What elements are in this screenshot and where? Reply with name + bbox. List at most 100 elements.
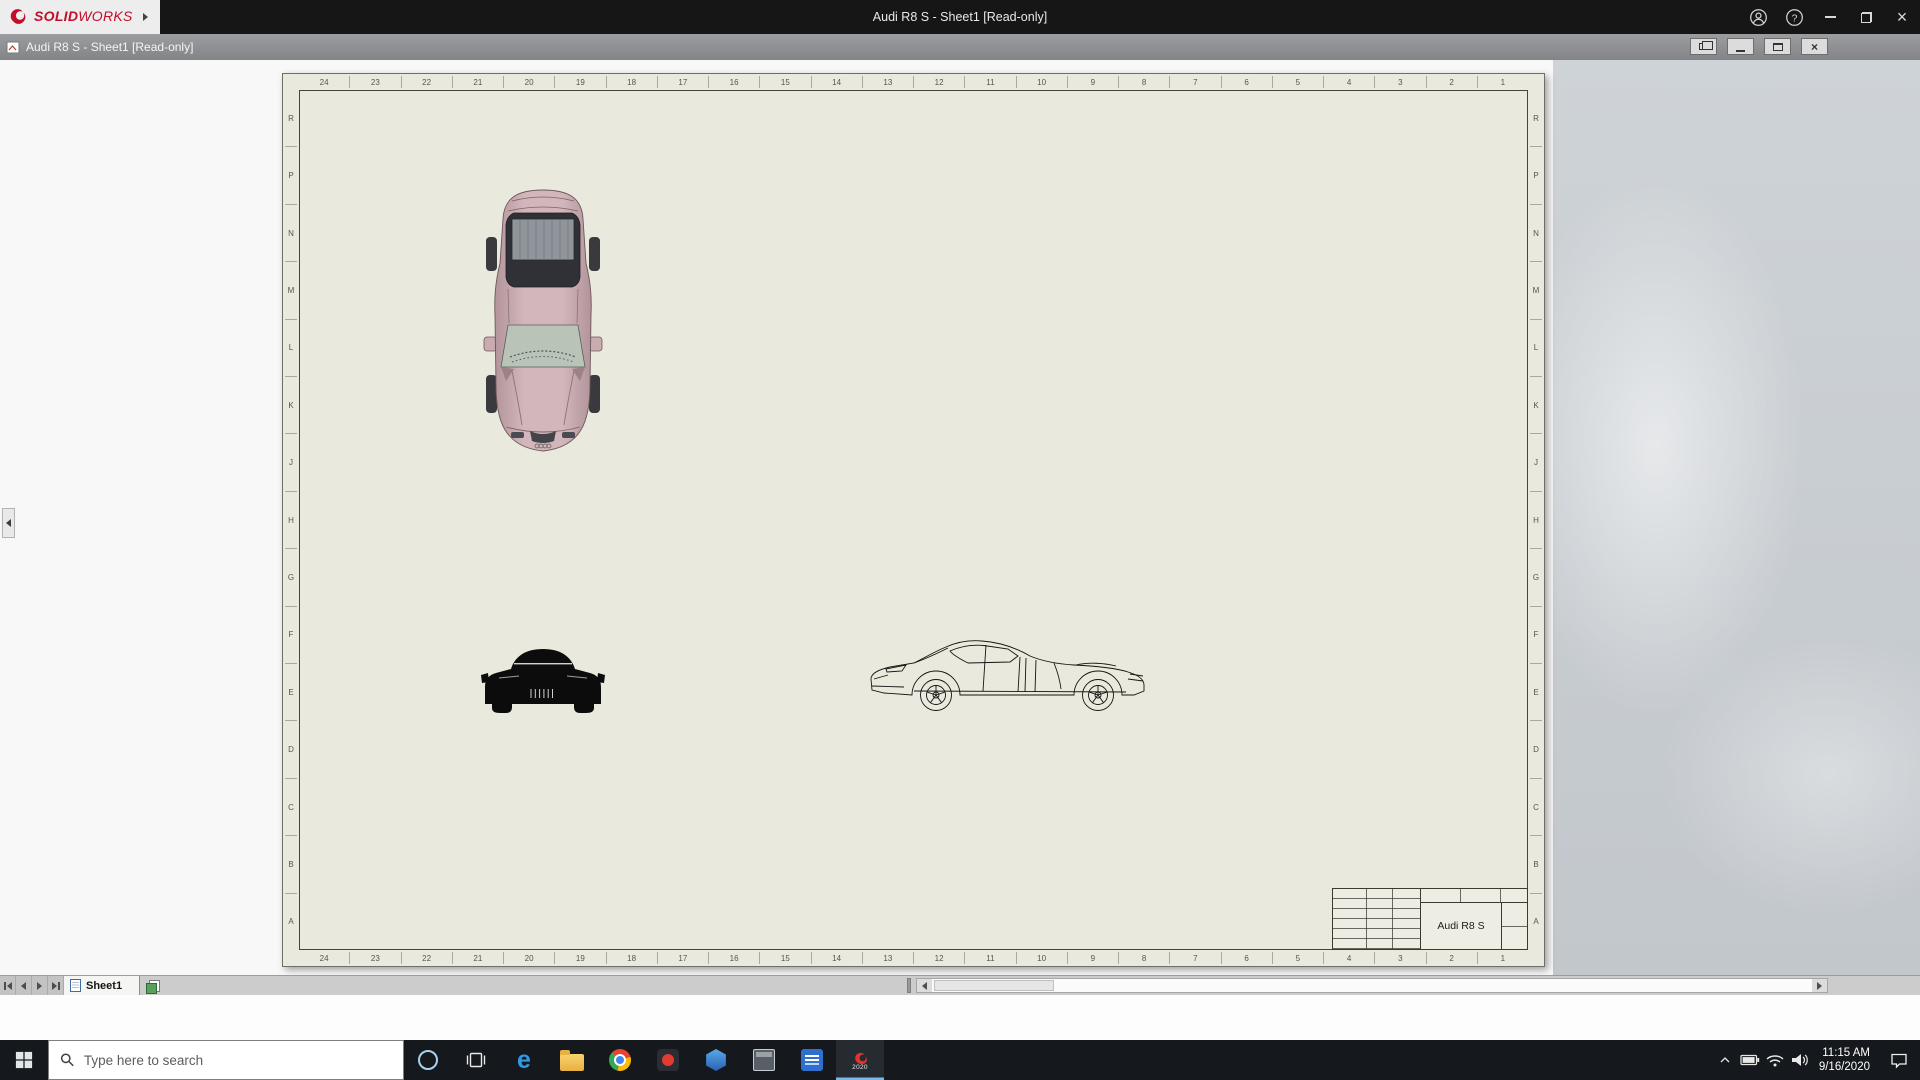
task-view-icon [465,1049,487,1071]
battery-button[interactable] [1738,1040,1763,1080]
doc-restore-button[interactable] [1764,38,1791,55]
last-sheet-button[interactable] [48,976,64,995]
previous-sheet-button[interactable] [16,976,32,995]
speaker-icon [1790,1050,1810,1070]
title-block-header-row [1421,889,1527,903]
taskbar: e 2020 [0,1040,1920,1080]
zone-label: 17 [657,952,708,964]
solidworks-2020-button[interactable]: 2020 [836,1040,884,1080]
action-center-icon [1889,1050,1909,1070]
horizontal-scrollbar[interactable] [916,978,1828,993]
zone-label: 21 [452,76,503,88]
search-icon [60,1052,75,1068]
drawing-view-front[interactable] [481,634,605,715]
zone-label: B [285,835,297,892]
preview-app-button[interactable] [740,1040,788,1080]
featuremanager-flyout-tab[interactable] [2,508,15,538]
media-app-icon [657,1049,679,1071]
task-view-button[interactable] [452,1040,500,1080]
doc-close-button[interactable]: × [1801,38,1828,55]
app-titlebar: SOLIDWORKS Audi R8 S - Sheet1 [Read-only… [0,0,1920,34]
solidworks-year-label: 2020 [852,1064,868,1071]
blue-app-button[interactable] [788,1040,836,1080]
zone-label: 15 [759,952,810,964]
clock[interactable]: 11:15 AM 9/16/2020 [1813,1046,1878,1074]
chrome-button[interactable] [596,1040,644,1080]
zone-label: 19 [554,952,605,964]
taskbar-search[interactable] [48,1040,404,1080]
windows-logo-icon [15,1051,33,1069]
drawing-view-side[interactable] [868,629,1148,717]
zone-label: 22 [401,76,452,88]
drawing-sheet: 242322212019181716151413121110987654321 … [282,73,1545,967]
scrollbar-thumb[interactable] [934,980,1054,991]
file-explorer-button[interactable] [548,1040,596,1080]
drawing-view-top[interactable] [482,185,604,460]
title-block-table [1333,889,1421,949]
next-sheet-button[interactable] [32,976,48,995]
search-input[interactable] [84,1053,392,1068]
cortana-button[interactable] [404,1040,452,1080]
solidworks-menu-button[interactable]: SOLIDWORKS [0,0,160,34]
edge-button[interactable]: e [500,1040,548,1080]
scroll-left-button[interactable] [917,979,932,992]
minimize-button[interactable] [1812,0,1848,34]
sheet-tab-label: Sheet1 [86,980,122,992]
tab-sheet1[interactable]: Sheet1 [64,976,140,995]
zone-label: H [285,491,297,548]
zone-label: 1 [1477,952,1528,964]
first-sheet-button[interactable] [0,976,16,995]
system-tray: 11:15 AM 9/16/2020 [1713,1040,1920,1080]
graphics-area: 242322212019181716151413121110987654321 … [0,60,1920,975]
zone-label: 9 [1067,76,1118,88]
zone-label: 20 [503,76,554,88]
zone-label: 18 [606,952,657,964]
zone-label: 1 [1477,76,1528,88]
close-button[interactable]: × [1884,0,1920,34]
zone-label: 2 [1426,76,1477,88]
zone-label: 12 [913,952,964,964]
network-button[interactable] [1763,1040,1788,1080]
zone-label: 4 [1323,952,1374,964]
zone-label: 16 [708,76,759,88]
person-icon [1749,8,1768,27]
action-center-button[interactable] [1878,1040,1920,1080]
zone-label: 13 [862,76,913,88]
help-button[interactable]: ? [1776,0,1812,34]
add-sheet-button[interactable] [140,976,168,995]
drawing-doc-icon [6,41,20,54]
start-button[interactable] [0,1040,48,1080]
account-button[interactable] [1740,0,1776,34]
zone-label: 5 [1272,952,1323,964]
zone-label: 8 [1118,952,1169,964]
volume-button[interactable] [1788,1040,1813,1080]
zone-label: C [1530,778,1542,835]
hexagon-app-button[interactable] [692,1040,740,1080]
cortana-icon [418,1050,438,1070]
zone-label: F [1530,606,1542,663]
zone-label: G [1530,548,1542,605]
add-sheet-icon [149,980,160,992]
status-strip [0,995,1920,1040]
scroll-right-button[interactable] [1812,979,1827,992]
zone-label: 7 [1169,952,1220,964]
zone-label: 16 [708,952,759,964]
chrome-icon [609,1049,631,1071]
zone-label: P [1530,146,1542,203]
zone-label: 23 [349,76,400,88]
zone-label: C [285,778,297,835]
zone-label: K [1530,376,1542,433]
zone-label: M [285,261,297,318]
zone-label: J [285,433,297,490]
menu-expand-arrow-icon[interactable] [143,13,148,21]
restore-button[interactable] [1848,0,1884,34]
tray-overflow-button[interactable] [1713,1040,1738,1080]
pane-splitter-handle[interactable] [907,978,911,993]
media-app-button[interactable] [644,1040,692,1080]
zone-label: N [285,204,297,261]
doc-minimize-button[interactable] [1727,38,1754,55]
doc-cascade-button[interactable] [1690,38,1717,55]
zone-ruler-bottom: 242322212019181716151413121110987654321 [299,952,1528,964]
zone-label: 7 [1169,76,1220,88]
zone-label: 24 [299,76,349,88]
